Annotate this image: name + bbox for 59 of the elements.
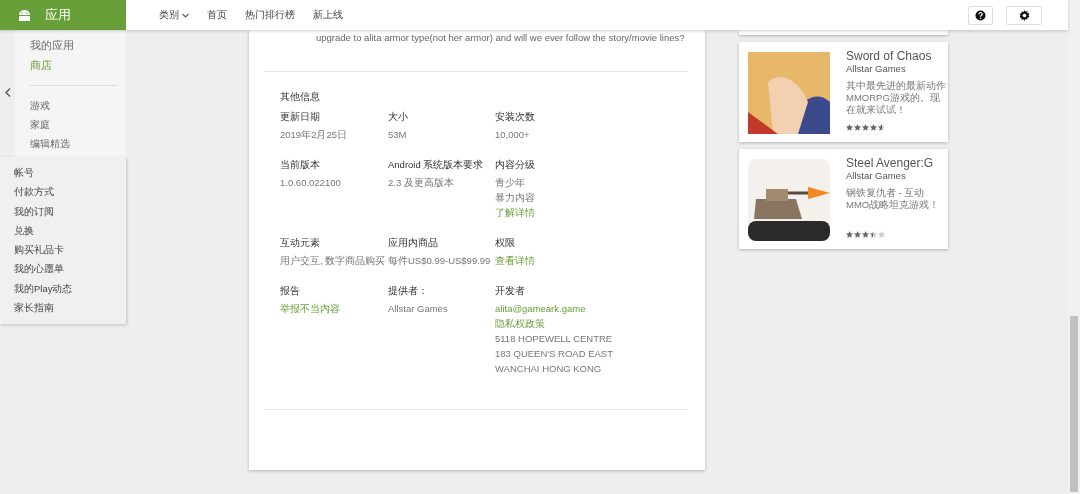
help-icon: [975, 9, 986, 21]
account-link[interactable]: 购买礼品卡: [14, 240, 126, 260]
nav-link[interactable]: 新上线: [313, 8, 343, 22]
chevron-left-icon[interactable]: [4, 88, 11, 97]
nav-link[interactable]: 热门排行榜: [245, 8, 295, 22]
category-link[interactable]: 游戏: [30, 96, 126, 115]
app-title[interactable]: Steel Avenger:G: [846, 156, 948, 170]
nav-link[interactable]: 类别: [159, 8, 189, 22]
review-text: upgrade to alita armor type(not her armor) and will we ever follow the story/movie lines?: [316, 31, 686, 45]
info-label: Android 系统版本要求: [388, 158, 485, 172]
account-link[interactable]: 家长指南: [14, 298, 126, 318]
info-label: 大小: [388, 110, 409, 124]
info-label: 当前版本: [280, 158, 321, 172]
store-title: 应用: [45, 6, 71, 24]
info-label: 更新日期: [280, 110, 321, 124]
info-value: 暴力内容: [495, 191, 536, 205]
info-value: 10,000+: [495, 128, 531, 142]
game-artwork[interactable]: [748, 52, 830, 134]
account-link[interactable]: 帐号: [14, 163, 126, 183]
sidebar-item[interactable]: 我的应用: [30, 35, 126, 55]
info-label: 报告: [280, 284, 301, 298]
account-link[interactable]: 我的订阅: [14, 201, 126, 221]
nav-link[interactable]: 首页: [207, 8, 227, 22]
settings-icon: [1018, 9, 1030, 21]
info-label: 内容分级: [495, 158, 536, 172]
info-label: 互动元素: [280, 236, 321, 250]
account-link[interactable]: 兑换: [14, 220, 126, 241]
info-value: 青少年: [495, 176, 526, 190]
caret-icon[interactable]: [182, 12, 189, 18]
section-title: 其他信息: [280, 91, 321, 104]
app-description: 钢铁复仇者 - 互动MMO战略坦克游戏！: [846, 187, 941, 211]
help-button[interactable]: [968, 5, 993, 25]
info-label: 应用内商品: [388, 236, 439, 250]
developer-name[interactable]: Allstar Games: [846, 170, 948, 182]
info-value: 5118 HOPEWELL CENTRE 183 QUEEN'S ROAD EAST WANCHAI HONG KONG: [495, 332, 613, 376]
account-link[interactable]: 我的心愿单: [14, 259, 126, 279]
game-artwork[interactable]: [748, 159, 830, 241]
app-card[interactable]: Steel Avenger:G Allstar Games 钢铁复仇者 - 互动MMO战略坦克游戏！: [739, 149, 948, 249]
app-card[interactable]: Sword of Chaos Allstar Games 其中最先进的最新动作MMORPG游戏的。现在就来试试！: [739, 42, 948, 142]
app-description: 其中最先进的最新动作MMORPG游戏的。现在就来试试！: [846, 80, 946, 116]
info-label: 权限: [495, 236, 516, 250]
info-value: 53M: [388, 128, 408, 142]
info-value: 2019年2月25日: [280, 128, 348, 142]
info-value: 每件US$0.99-US$99.99: [388, 254, 492, 268]
info-label: 开发者: [495, 284, 526, 298]
info-label: 提供者：: [388, 284, 429, 298]
info-value: 2.3 及更高版本: [388, 176, 455, 190]
info-value: 用户交互, 数字商品购买: [280, 254, 387, 268]
account-link[interactable]: 付款方式: [14, 182, 126, 202]
developer-name[interactable]: Allstar Games: [846, 63, 948, 75]
account-link[interactable]: 我的Play动态: [14, 278, 126, 299]
android-icon: [18, 9, 31, 21]
info-value: 1.0.60.022100: [280, 176, 342, 190]
category-link[interactable]: 家庭: [30, 115, 126, 134]
settings-button[interactable]: [1006, 5, 1042, 25]
category-link[interactable]: 编辑精选: [30, 134, 126, 153]
info-value: Allstar Games: [388, 302, 449, 316]
app-title[interactable]: Sword of Chaos: [846, 49, 948, 63]
info-label: 安装次数: [495, 110, 536, 124]
